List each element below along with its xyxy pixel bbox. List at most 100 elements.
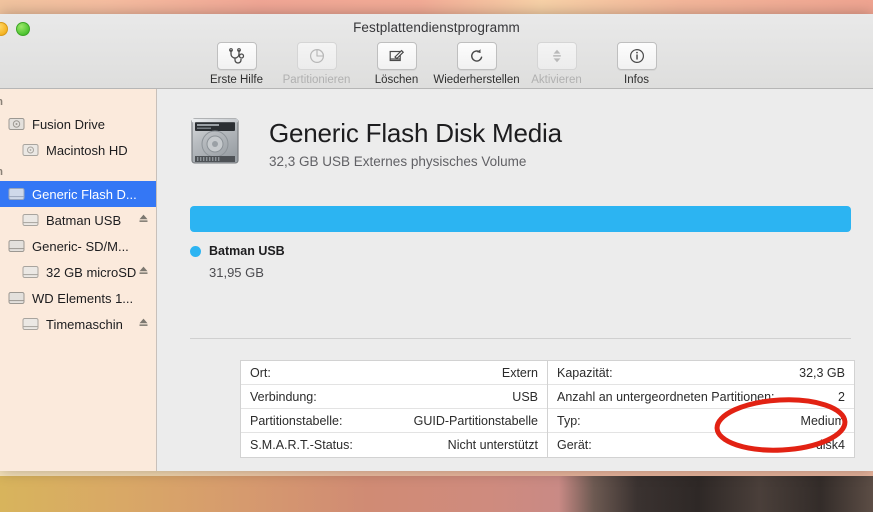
wiederherstellen-button-box (456, 42, 497, 70)
table-row: S.M.A.R.T.-Status: Nicht unterstützt (241, 433, 547, 457)
window-titlebar: Festplattendienstprogramm Erste Hilfe Pa… (0, 14, 873, 89)
content-pane: Generic Flash Disk Media 32,3 GB USB Ext… (157, 89, 873, 471)
legend-label: Batman USB (209, 244, 285, 258)
table-row: Partitionstabelle: GUID-Partitionstabell… (241, 409, 547, 433)
disk-subtitle: 32,3 GB USB Externes physisches Volume (269, 154, 527, 170)
disk-title: Generic Flash Disk Media (269, 117, 562, 148)
sidebar-item-label: Generic- SD/M... (32, 238, 129, 254)
capacity-section: Batman USB 31,95 GB (190, 206, 851, 280)
sidebar: rn Fusion Drive (0, 89, 157, 471)
toolbar-button-aktivieren[interactable]: Aktivieren (520, 42, 594, 86)
toolbar-label-loeschen: Löschen (374, 74, 419, 86)
eject-icon[interactable] (138, 263, 149, 281)
disk-utility-window: Festplattendienstprogramm Erste Hilfe Pa… (0, 14, 873, 471)
volume-icon (22, 213, 39, 227)
window-body: rn Fusion Drive (0, 89, 873, 471)
hard-disk-icon (8, 117, 25, 131)
info-key: Kapazität: (557, 365, 613, 380)
toolbar-button-partitionieren[interactable]: Partitionieren (280, 42, 354, 86)
info-value: Extern (501, 365, 538, 380)
wallpaper-bottom-strip (0, 471, 873, 512)
eject-icon[interactable] (138, 211, 149, 229)
volume-icon (22, 265, 39, 279)
info-key: S.M.A.R.T.-Status: (250, 438, 353, 452)
sidebar-item-label: 32 GB microSD (46, 264, 137, 280)
toolbar-button-infos[interactable]: Infos (600, 42, 674, 86)
wallpaper-top-strip (0, 0, 873, 14)
info-table-right-column: Kapazität: 32,3 GB Anzahl an untergeordn… (548, 361, 854, 457)
restore-icon (469, 48, 485, 64)
toolbar-button-loeschen[interactable]: Löschen (360, 42, 434, 86)
info-key: Ort: (250, 365, 271, 380)
table-row: Gerät: disk4 (548, 433, 854, 457)
external-disk-icon (8, 239, 25, 253)
sidebar-item-batman-usb[interactable]: Batman USB (0, 207, 156, 233)
table-row: Anzahl an untergeordneten Partitionen: 2 (548, 385, 854, 409)
sidebar-item-timemaschin[interactable]: Timemaschin (0, 311, 156, 337)
sidebar-item-wd-elements[interactable]: WD Elements 1... (0, 285, 156, 311)
sidebar-section-header-intern: rn (0, 93, 156, 111)
sidebar-item-fusion-drive[interactable]: Fusion Drive (0, 111, 156, 137)
info-key: Partitionstabelle: (250, 413, 343, 428)
sidebar-item-32gb-microsd[interactable]: 32 GB microSD (0, 259, 156, 285)
info-table-left-column: Ort: Extern Verbindung: USB Partitionsta… (241, 361, 548, 457)
table-row: Kapazität: 32,3 GB (548, 361, 854, 385)
info-value: Medium (800, 413, 845, 428)
erste-hilfe-button-box (216, 42, 257, 70)
sidebar-item-label: Macintosh HD (46, 142, 128, 158)
info-value: Nicht unterstützt (447, 438, 538, 452)
disk-header-texts: Generic Flash Disk Media 32,3 GB USB Ext… (269, 117, 562, 170)
toolbar-label-erste-hilfe: Erste Hilfe (209, 74, 264, 86)
info-key: Verbindung: (250, 389, 317, 404)
info-value: disk4 (815, 438, 845, 452)
table-row: Typ: Medium (548, 409, 854, 433)
info-key: Gerät: (557, 438, 592, 452)
table-row: Verbindung: USB (241, 385, 547, 409)
volume-icon (22, 143, 39, 157)
sidebar-section-header-extern: rn (0, 163, 156, 181)
legend-color-swatch (190, 245, 201, 257)
legend-size: 31,95 GB (209, 265, 264, 280)
sidebar-item-label: Fusion Drive (32, 116, 105, 132)
external-disk-icon (8, 187, 25, 201)
info-key: Typ: (557, 413, 581, 428)
hard-disk-icon (185, 111, 247, 178)
sidebar-item-macintosh-hd[interactable]: Macintosh HD (0, 137, 156, 163)
sidebar-item-label: Generic Flash D... (32, 186, 137, 202)
loeschen-button-box (376, 42, 417, 70)
toolbar-label-aktivieren: Aktivieren (531, 74, 582, 86)
info-value: GUID-Partitionstabelle (413, 413, 538, 428)
info-value: USB (512, 389, 538, 404)
info-icon (629, 48, 645, 64)
capacity-bar-segment-batman-usb[interactable] (190, 206, 851, 232)
toolbar: Erste Hilfe Partitionieren Löschen Wiede… (0, 42, 873, 86)
toolbar-button-erste-hilfe[interactable]: Erste Hilfe (200, 42, 274, 86)
toolbar-label-infos: Infos (624, 74, 649, 86)
info-value: 32,3 GB (799, 365, 845, 380)
toolbar-button-wiederherstellen[interactable]: Wiederherstellen (433, 42, 520, 86)
mount-icon (551, 48, 563, 64)
eject-icon[interactable] (138, 315, 149, 333)
disk-header: Generic Flash Disk Media 32,3 GB USB Ext… (157, 89, 873, 178)
sidebar-item-label: WD Elements 1... (32, 290, 134, 306)
stethoscope-icon (228, 48, 246, 64)
info-key: Anzahl an untergeordneten Partitionen: (557, 389, 775, 404)
disk-info-table: Ort: Extern Verbindung: USB Partitionsta… (240, 360, 855, 458)
sidebar-item-generic-sd-mmc[interactable]: Generic- SD/M... (0, 233, 156, 259)
info-value: 2 (838, 389, 845, 404)
sidebar-item-label: Timemaschin (46, 316, 123, 332)
infos-button-box (616, 42, 657, 70)
external-disk-icon (8, 291, 25, 305)
table-row: Ort: Extern (241, 361, 547, 385)
volume-icon (22, 317, 39, 331)
partitionieren-button-box (296, 42, 337, 70)
toolbar-label-partitionieren: Partitionieren (282, 74, 351, 86)
aktivieren-button-box (536, 42, 577, 70)
capacity-legend: Batman USB (190, 244, 851, 258)
sidebar-item-label: Batman USB (46, 212, 122, 228)
pie-chart-icon (309, 48, 325, 64)
sidebar-item-generic-flash-disk[interactable]: Generic Flash D... (0, 181, 156, 207)
toolbar-label-wiederherstellen: Wiederherstellen (433, 74, 520, 86)
window-title: Festplattendienstprogramm (353, 20, 520, 35)
section-divider (190, 338, 851, 339)
